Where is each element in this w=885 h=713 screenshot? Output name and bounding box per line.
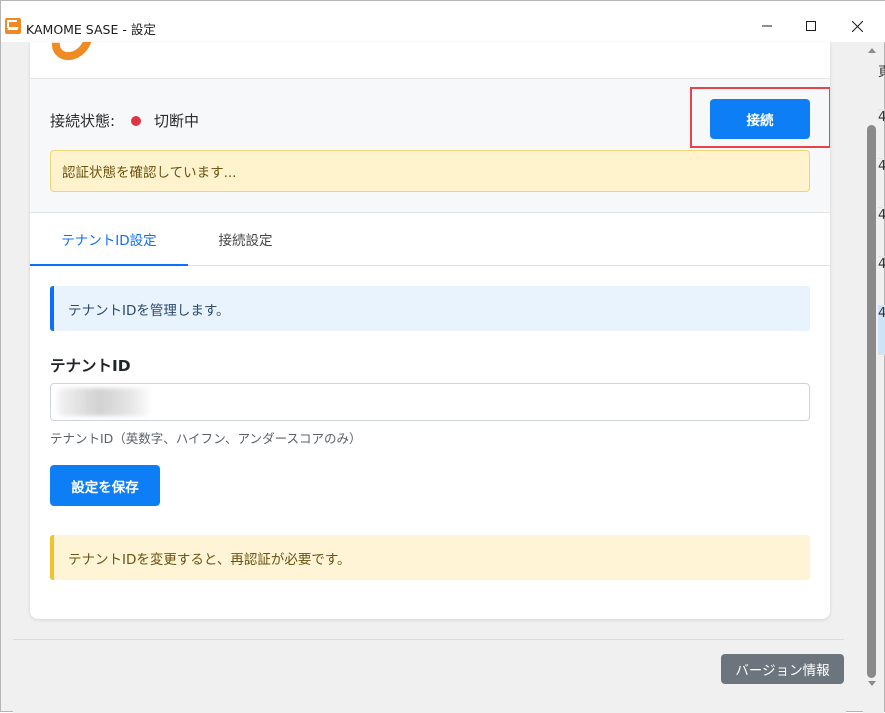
footer-divider — [13, 639, 844, 640]
background-cell: 4 — [878, 257, 885, 306]
save-settings-button[interactable]: 設定を保存 — [50, 465, 160, 506]
connection-status-section: 接続状態: 切断中 接続 認証状態を確認しています... — [30, 79, 830, 213]
auth-status-alert: 認証状態を確認しています... — [50, 150, 810, 192]
tenant-info-box: テナントIDを管理します。 — [50, 286, 810, 331]
tenant-id-input[interactable] — [50, 383, 810, 421]
redacted-value — [57, 388, 151, 416]
settings-card: 接続状態: 切断中 接続 認証状態を確認しています... テナントID設定 接続… — [30, 42, 830, 619]
minimize-button[interactable] — [744, 11, 790, 41]
close-icon — [851, 20, 863, 32]
version-info-button[interactable]: バージョン情報 — [721, 654, 844, 684]
scroll-thumb[interactable] — [867, 125, 876, 678]
content-area: 接続状態: 切断中 接続 認証状態を確認しています... テナントID設定 接続… — [13, 42, 846, 713]
background-cell: 4 — [878, 306, 885, 355]
settings-window: KAMOME SASE - 設定 接続状態: 切断中 接続 認証状態を確認してい… — [0, 0, 885, 713]
status-dot-icon — [131, 116, 141, 126]
reauth-warning-box: テナントIDを変更すると、再認証が必要です。 — [50, 535, 810, 580]
minimize-icon — [762, 25, 772, 27]
background-cell: 4 — [878, 159, 885, 208]
connect-button[interactable]: 接続 — [710, 99, 810, 139]
scroll-up-icon[interactable] — [868, 48, 876, 53]
tab-connection-settings[interactable]: 接続設定 — [188, 213, 303, 265]
maximize-icon — [806, 21, 816, 31]
background-window-strip: 頁 4 4 4 4 4 — [878, 61, 885, 361]
settings-tabs: テナントID設定 接続設定 — [30, 213, 830, 266]
maximize-button[interactable] — [788, 11, 834, 41]
scroll-down-icon[interactable] — [868, 681, 876, 686]
connection-status-value: 切断中 — [154, 112, 200, 130]
tenant-id-label: テナントID — [50, 357, 131, 375]
app-logo-icon — [5, 18, 21, 34]
title-bar[interactable]: KAMOME SASE - 設定 — [1, 1, 885, 42]
card-header — [30, 42, 830, 79]
brand-logo-icon — [43, 42, 101, 69]
background-cell: 4 — [878, 110, 885, 159]
window-title: KAMOME SASE - 設定 — [26, 22, 156, 37]
close-button[interactable] — [834, 11, 880, 41]
background-cell: 頁 — [878, 61, 885, 110]
tenant-id-help: テナントID（英数字、ハイフン、アンダースコアのみ） — [50, 431, 362, 446]
background-cell: 4 — [878, 208, 885, 257]
connection-status-label: 接続状態: — [50, 112, 116, 130]
tab-tenant-id[interactable]: テナントID設定 — [30, 213, 188, 266]
